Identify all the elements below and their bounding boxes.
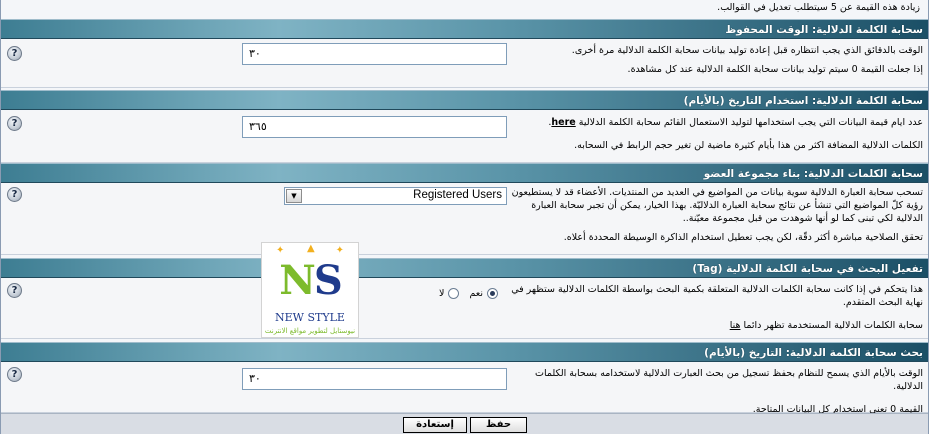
usergroup-select[interactable]: ▼ Registered Users [284, 187, 507, 205]
section-header-usergroup: سحابة الكلمات الدلالية: بناء مجموعة العض… [1, 163, 928, 183]
description-line: الكلمات الدلالية المضافة اكثر من هذا بأي… [574, 140, 923, 151]
radio-no-label: لا [439, 288, 445, 299]
radio-no[interactable] [448, 288, 460, 299]
setting-row-search-history: الوقت بالأيام الذي يسمح للنظام بحفظ تسجي… [1, 363, 928, 415]
section-header-cache-time: سحابة الكلمة الدلالية: الوقت المحفوظ [1, 19, 928, 39]
description-line: الوقت بالأيام الذي يسمح للنظام بحفظ تسجي… [535, 368, 923, 392]
reset-button[interactable]: إستعادة [403, 417, 467, 433]
setting-description: الوقت بالدقائق الذي يجب انتظاره قبل إعاد… [508, 44, 923, 82]
logo-brand: NEW STYLE [275, 311, 345, 324]
search-history-input[interactable]: ٣٠ [242, 368, 507, 390]
save-button[interactable]: حفظ [470, 417, 527, 433]
description-line: سحابة الكلمات الدلالية المستخدمة تظهر دا… [508, 319, 923, 332]
search-enable-radio-group: نعم لا [439, 288, 498, 299]
help-icon[interactable]: ? [7, 283, 22, 298]
spark-icon: ✦ [335, 245, 344, 256]
description-line: الوقت بالدقائق الذي يجب انتظاره قبل إعاد… [571, 45, 923, 56]
chevron-down-icon[interactable]: ▼ [286, 189, 302, 203]
spark-icon: ▲ [307, 243, 315, 254]
help-icon[interactable]: ? [7, 116, 22, 131]
description-line: تحقق الصلاحية مباشرة أكثر دقّة، لكن يجب … [563, 232, 923, 243]
section-header-search-enable: تفعيل البحث في سحابة الكلمة الدلالية (Ta… [1, 258, 928, 278]
history-days-input[interactable]: ٣٦٥ [242, 116, 507, 138]
setting-description: تسحب سحابة العبارة الدلالية سوية بيانات … [508, 186, 923, 250]
top-note: زيادة هذه القيمة عن 5 سيتطلب تعديل في ال… [717, 2, 920, 13]
logo-letter-s: S [313, 257, 343, 304]
description-text: عدد ايام قيمة البيانات التي يجب استخدامه… [578, 117, 923, 128]
setting-row-usergroup: تسحب سحابة العبارة الدلالية سوية بيانات … [1, 184, 928, 255]
logo-tagline: نيوستايل لتطوير مواقع الانترنت [264, 327, 356, 335]
description-line: إذا جعلت القيمة 0 سيتم توليد بيانات سحاب… [627, 64, 923, 75]
setting-description: عدد ايام قيمة البيانات التي يجب استخدامه… [508, 116, 923, 158]
logo-letter-n: N [279, 257, 316, 304]
new-style-logo: ✦ ▲ ✦ NS NEW STYLE نيوستايل لتطوير مواقع… [261, 242, 359, 338]
spark-icon: ✦ [276, 245, 285, 256]
setting-row-history-days: عدد ايام قيمة البيانات التي يجب استخدامه… [1, 111, 928, 163]
description-line: تسحب سحابة العبارة الدلالية سوية بيانات … [511, 187, 923, 224]
setting-description: هذا يتحكم في إذا كانت سحابة الكلمات الدل… [508, 283, 923, 338]
selected-value: Registered Users [413, 189, 502, 201]
help-icon[interactable]: ? [7, 367, 22, 382]
description-line: عدد ايام قيمة البيانات التي يجب استخدامه… [508, 116, 923, 129]
description-text: سحابة الكلمات الدلالية المستخدمة تظهر دا… [743, 320, 924, 331]
setting-row-cache-time: الوقت بالدقائق الذي يجب انتظاره قبل إعاد… [1, 40, 928, 88]
help-icon[interactable]: ? [7, 46, 22, 61]
radio-yes-label: نعم [469, 288, 483, 299]
help-icon[interactable]: ? [7, 187, 22, 202]
settings-panel: زيادة هذه القيمة عن 5 سيتطلب تعديل في ال… [0, 0, 929, 434]
section-header-history-days: سحابة الكلمة الدلالية: استخدام التاريخ (… [1, 90, 928, 110]
here-link[interactable]: هنا [730, 320, 741, 331]
description-line: هذا يتحكم في إذا كانت سحابة الكلمات الدل… [511, 284, 923, 308]
cache-time-input[interactable]: ٣٠ [242, 43, 507, 65]
section-header-search-history: بحث سحابة الكلمة الدلالية: التاريخ (بالأ… [1, 342, 928, 362]
here-link[interactable]: here [551, 117, 575, 128]
setting-row-search-enable: هذا يتحكم في إذا كانت سحابة الكلمات الدل… [1, 279, 928, 339]
radio-yes[interactable] [487, 288, 498, 299]
form-footer: حفظ إستعادة [1, 413, 928, 434]
logo-monogram: NS [262, 257, 358, 304]
